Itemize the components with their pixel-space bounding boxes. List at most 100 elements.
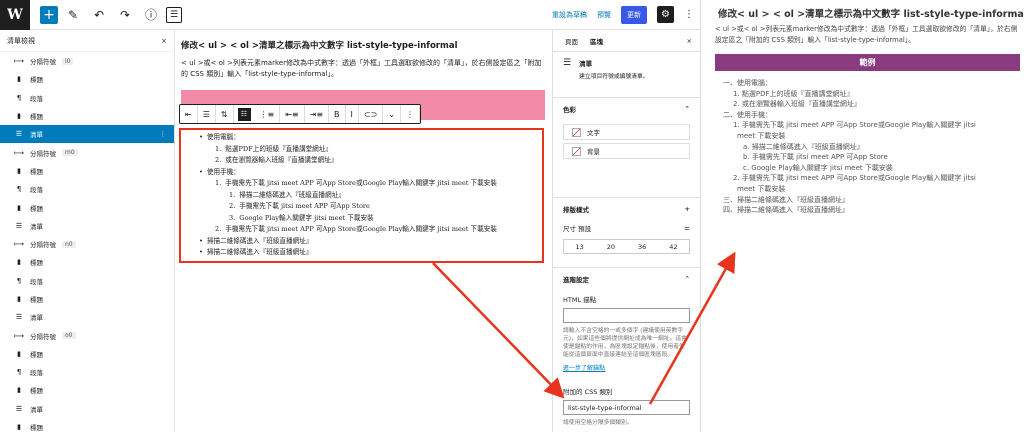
frontend-preview: 修改< ul > < ol >清單之標示為中文數字 list-style-typ…	[700, 0, 1024, 432]
preview-link[interactable]: 預覽	[597, 10, 611, 20]
list-item[interactable]: 2. 或在瀏覽器輸入班級『直播講堂網址』	[215, 156, 337, 166]
sidebar-item-label: 段落	[30, 369, 43, 378]
list-item[interactable]: • 掃描二維條碼進入『班級直播網址』	[199, 248, 312, 258]
block-settings-panel: 頁面 區塊 × ☰ 清單 建立項目符號或編號清單。 色彩 ⌃ 文字 背景 排版樣…	[552, 30, 700, 432]
toolbar-button[interactable]: ⋮≡	[255, 105, 281, 123]
toolbar-button[interactable]: ☷	[237, 107, 251, 121]
sidebar-item[interactable]: ▮ 標題	[0, 418, 174, 432]
tab-block[interactable]: 區塊	[590, 36, 603, 46]
switch-to-draft-link[interactable]: 重設為草稿	[552, 10, 587, 20]
toolbar-button[interactable]: ⇤	[180, 105, 198, 123]
block-type-icon: ▮	[17, 112, 21, 121]
sidebar-item-label: 標題	[30, 424, 43, 432]
list-marker: 2.	[215, 225, 222, 233]
list-view-icon[interactable]: ☰	[166, 6, 182, 23]
html-anchor-input[interactable]	[563, 308, 690, 323]
update-button[interactable]: 更新	[621, 5, 647, 24]
settings-tabs: 頁面 區塊 ×	[553, 30, 700, 52]
list-item[interactable]: • 掃描二維條碼進入『班級直播網址』	[199, 237, 312, 247]
sidebar-item[interactable]: ☰ 清單	[0, 400, 174, 418]
preview-list-item: 二、使用手機：	[723, 110, 772, 119]
paragraph-block[interactable]: < ul >或< ol >列表元素marker修改為中式數字：透過「外框」工具選…	[181, 58, 546, 80]
toolbar-button[interactable]: ⋮	[401, 105, 420, 123]
sidebar-item[interactable]: ▮ 標題	[0, 253, 174, 271]
list-block-selected[interactable]: • 使用電腦： 1. 點選PDF上的班級『直播講堂網址』 2. 或在瀏覽器輸入班級『直播講…	[179, 128, 544, 263]
sidebar-item[interactable]: ▮ 標題	[0, 107, 174, 125]
sidebar-item[interactable]: ¶ 段落	[0, 363, 174, 381]
sidebar-item[interactable]: ¶ 段落	[0, 272, 174, 290]
post-title[interactable]: 修改< ul > < ol >清單之標示為中文數字 list-style-typ…	[181, 39, 458, 51]
wordpress-logo-icon[interactable]: W	[0, 0, 30, 30]
list-item[interactable]: • 使用電腦：	[199, 133, 240, 143]
font-size-option[interactable]: 13	[564, 240, 595, 253]
sidebar-item-label: 標題	[30, 167, 43, 176]
sidebar-item[interactable]: ▮ 標題	[0, 162, 174, 180]
toolbar-button[interactable]: B	[329, 105, 346, 123]
sidebar-item[interactable]: ☰ 清單 ⋮	[0, 125, 174, 144]
sidebar-item[interactable]: ▮ 標題	[0, 70, 174, 88]
close-icon[interactable]: ×	[161, 37, 167, 45]
text-color-option[interactable]: 文字	[563, 124, 690, 140]
sidebar-item[interactable]: ⟼ 分隔符號 l0	[0, 52, 174, 70]
toolbar-button[interactable]: ⇥≡	[305, 105, 330, 123]
block-type-icon: ▮	[17, 295, 21, 303]
css-class-input[interactable]: list-style-type-informal	[563, 400, 690, 415]
sidebar-item[interactable]: ▮ 標題	[0, 381, 174, 399]
pencil-icon[interactable]: ✎	[62, 4, 84, 26]
sidebar-item[interactable]: ☰ 清單	[0, 308, 174, 326]
advanced-header[interactable]: 進階設定 ⌃	[563, 274, 690, 284]
list-item-text: 掃描二維條碼進入『班級直播網址』	[206, 236, 313, 245]
font-size-option[interactable]: 42	[658, 240, 689, 253]
list-item[interactable]: 1. 手機需先下載 jitsi meet APP 可App Store或Googl…	[215, 179, 497, 189]
list-item[interactable]: 1. 掃描二維條碼進入『班級直播網址』	[229, 191, 345, 201]
list-item-text: 手機需先下載 jitsi meet APP 可App Store或Google …	[225, 179, 497, 187]
settings-gear-icon[interactable]: ⚙	[657, 6, 674, 23]
add-block-button[interactable]: +	[40, 5, 58, 24]
sliders-icon[interactable]: ⚌	[684, 224, 690, 232]
background-color-option[interactable]: 背景	[563, 143, 690, 159]
list-item[interactable]: 3. Google Play輸入關鍵字 jitsi meet 下載安裝	[229, 214, 374, 224]
sidebar-item[interactable]: ▮ 標題	[0, 290, 174, 308]
list-item[interactable]: 2. 手機需先下載 jitsi meet APP 可App Store	[229, 202, 370, 212]
block-type-icon: ▮	[17, 423, 21, 432]
list-item[interactable]: • 使用手機：	[199, 168, 240, 178]
sidebar-item[interactable]: ⟼ 分隔符號 n0	[0, 235, 174, 253]
sidebar-item-label: 清單	[30, 405, 43, 414]
toolbar-button[interactable]: ⇤≡	[280, 105, 305, 123]
sidebar-item[interactable]: ⟼ 分隔符號 o0	[0, 326, 174, 344]
sidebar-item[interactable]: ▮ 標題	[0, 198, 174, 216]
list-item[interactable]: 2. 手機需先下載 jitsi meet APP 可App Store或Googl…	[215, 225, 497, 235]
plus-icon[interactable]: +	[685, 205, 690, 213]
learn-more-anchor-link[interactable]: 進一步了解錨點	[563, 363, 690, 372]
sidebar-item[interactable]: ☰ 清單	[0, 217, 174, 235]
editor-canvas: 修改< ul > < ol >清單之標示為中文數字 list-style-typ…	[175, 30, 552, 432]
redo-icon[interactable]: ↷	[114, 4, 136, 26]
sidebar-item-label: 清單	[30, 314, 43, 323]
typography-header[interactable]: 排版樣式 +	[563, 204, 690, 214]
list-item-text: 點選PDF上的班級『直播講堂網址』	[225, 144, 332, 153]
tab-page[interactable]: 頁面	[565, 36, 578, 46]
list-item[interactable]: 1. 點選PDF上的班級『直播講堂網址』	[215, 145, 332, 155]
list-view-header: 清單檢視 ×	[0, 30, 174, 52]
font-size-option[interactable]: 20	[595, 240, 626, 253]
info-icon[interactable]: ⓘ	[140, 4, 162, 26]
example-banner: 範例	[715, 54, 1020, 71]
more-options-icon[interactable]: ⋮	[684, 9, 694, 20]
toolbar-button[interactable]: ☰	[198, 105, 216, 123]
sidebar-item-label: 分隔符號	[30, 58, 56, 67]
toolbar-button[interactable]: I	[346, 105, 359, 123]
close-icon[interactable]: ×	[687, 37, 692, 45]
sidebar-item[interactable]: ¶ 段落	[0, 180, 174, 198]
toolbar-button[interactable]: ⌄	[383, 105, 401, 123]
undo-icon[interactable]: ↶	[88, 4, 110, 26]
block-type-icon: ☰	[15, 130, 23, 139]
sidebar-item[interactable]: ¶ 段落	[0, 89, 174, 107]
sidebar-item[interactable]: ⟼ 分隔符號 m0	[0, 143, 174, 161]
more-options-icon[interactable]: ⋮	[160, 130, 167, 138]
color-panel-header[interactable]: 色彩 ⌃	[563, 104, 690, 114]
toolbar-button[interactable]: ⇅	[216, 105, 234, 123]
toolbar-button[interactable]: ⊂⊃	[359, 105, 384, 123]
sidebar-item[interactable]: ▮ 標題	[0, 345, 174, 363]
font-size-option[interactable]: 36	[627, 240, 658, 253]
sidebar-item-label: 段落	[30, 186, 43, 195]
